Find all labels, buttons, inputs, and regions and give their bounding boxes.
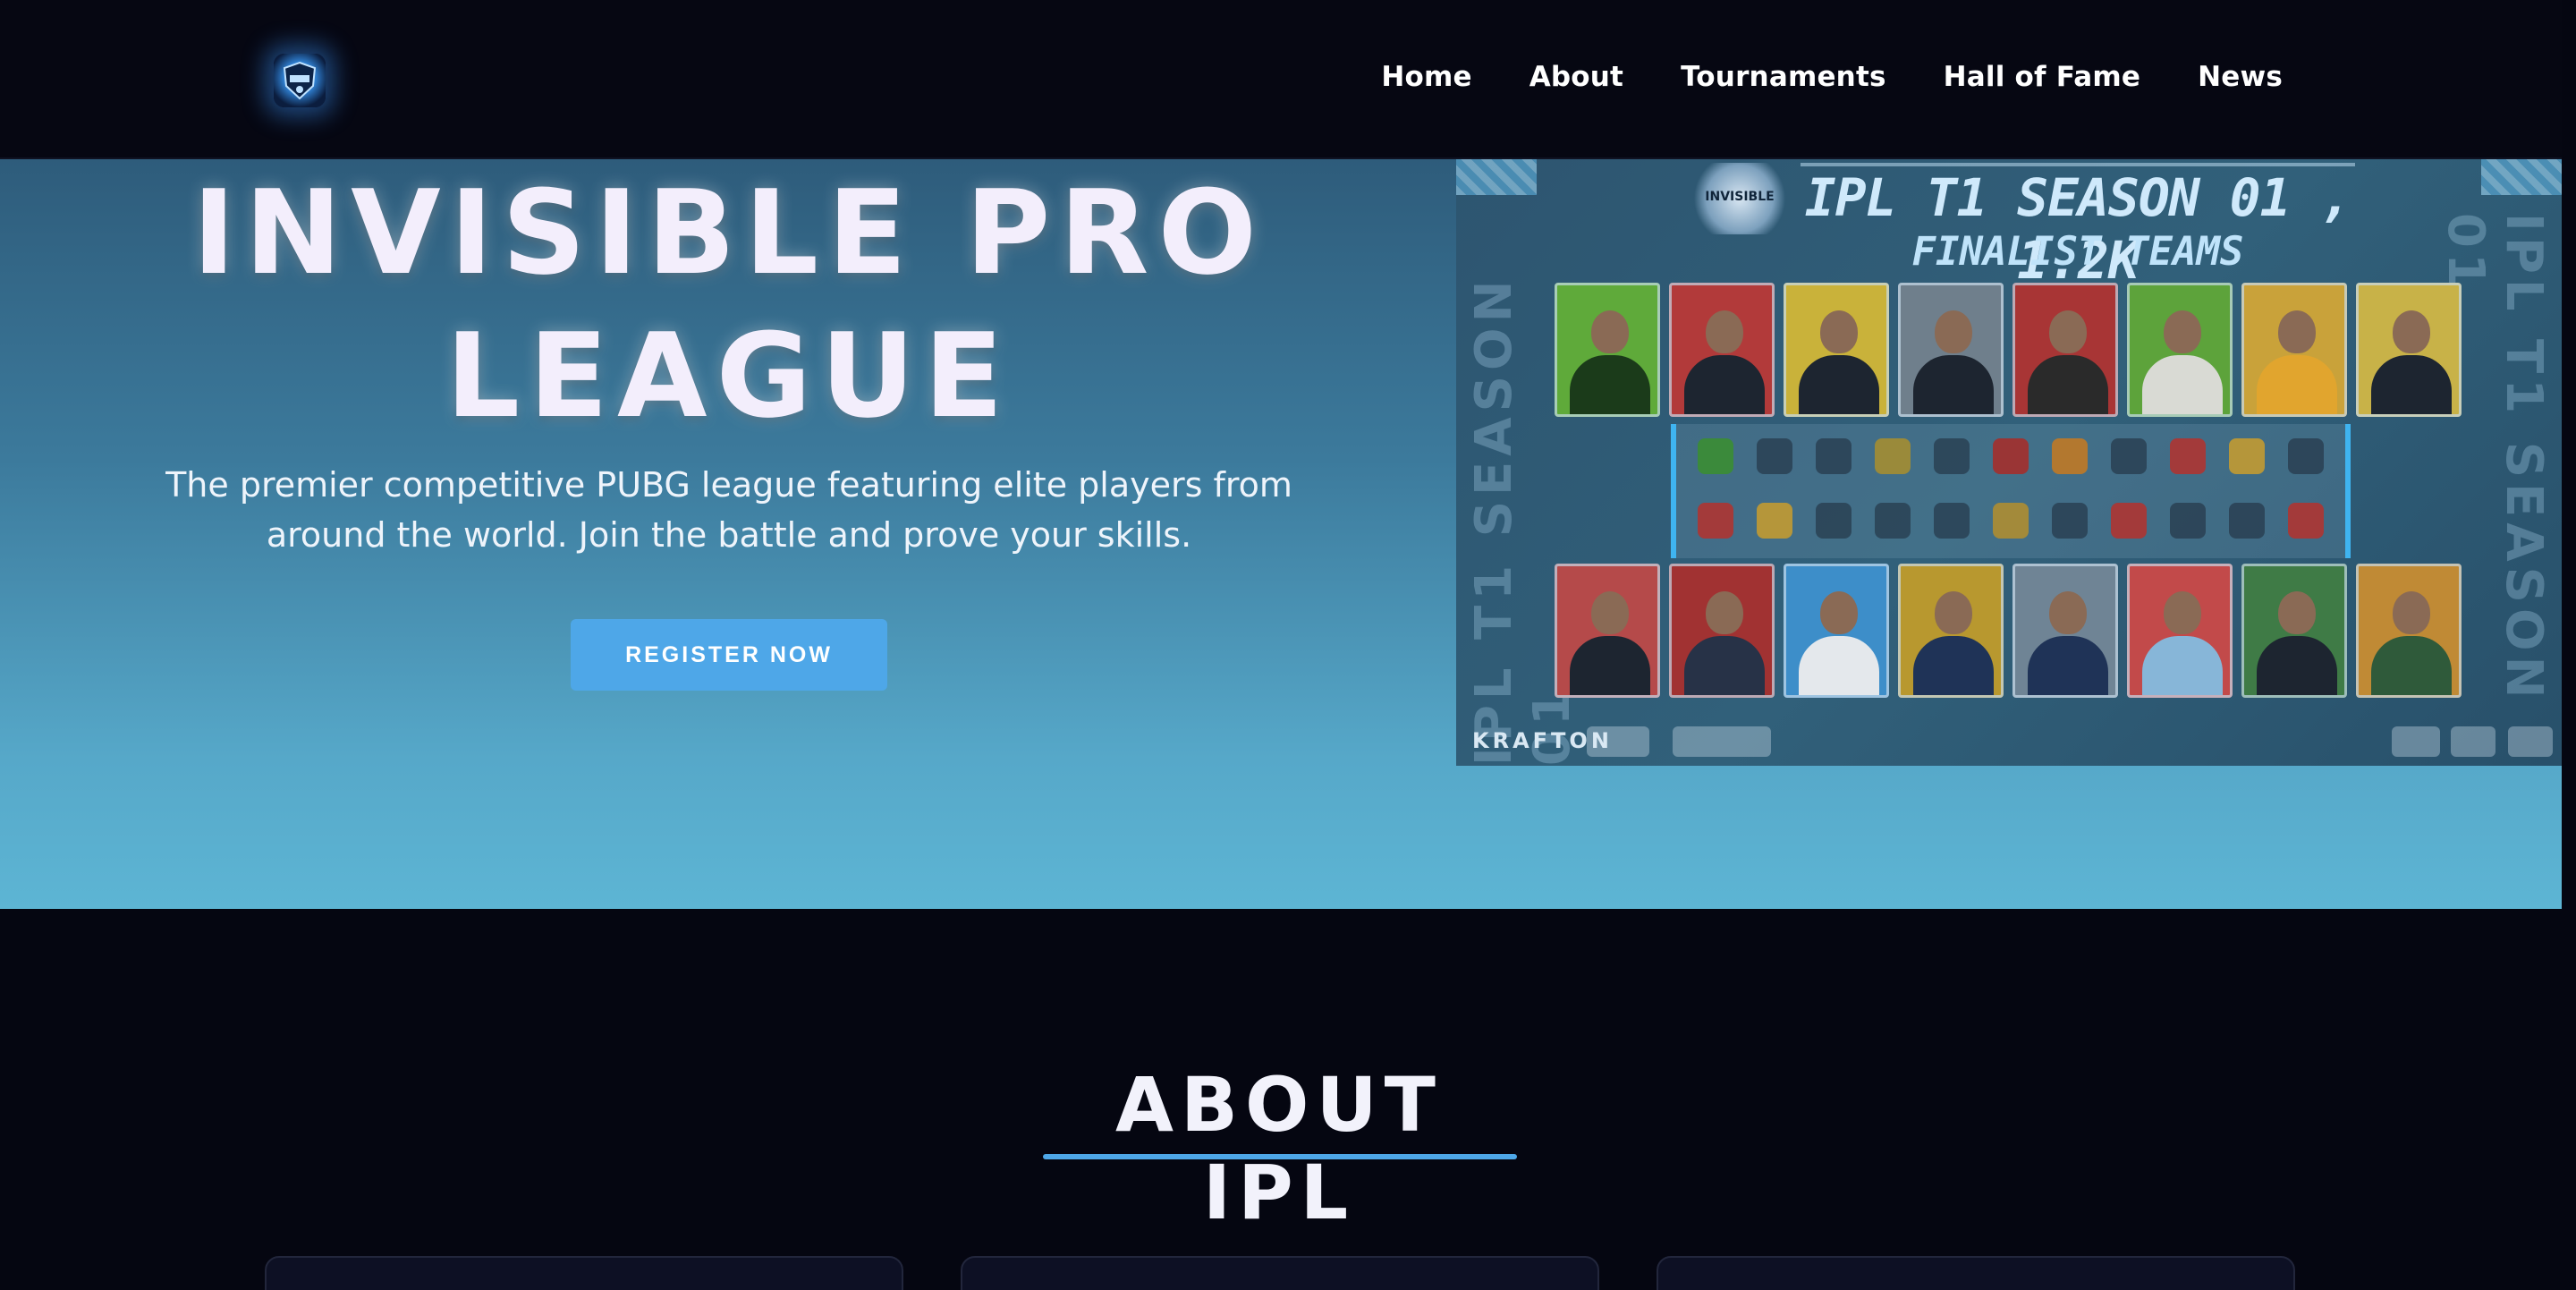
poster-shield-logo-2: [2451, 726, 2496, 757]
player-card: [2127, 283, 2233, 417]
player-card: [1669, 283, 1775, 417]
player-card: [2241, 564, 2347, 698]
about-card: [1657, 1256, 2295, 1290]
player-card: [2356, 564, 2462, 698]
team-logo: [2052, 438, 2088, 474]
main-nav: Home About Tournaments Hall of Fame News: [1381, 61, 2283, 93]
tencent-games-logo: [1587, 726, 1649, 757]
team-logo: [2288, 438, 2324, 474]
player-card: [1784, 283, 1889, 417]
player-card: [1784, 564, 1889, 698]
hero-subtitle-line2: around the world. Join the battle and pr…: [266, 515, 1192, 555]
hero-title-line1: INVISIBLE PRO: [191, 165, 1267, 301]
nav-hall-of-fame[interactable]: Hall of Fame: [1944, 61, 2141, 93]
about-title-underline: [1043, 1154, 1517, 1159]
sponsor-logo: [1673, 726, 1771, 757]
about-title: ABOUT IPL: [1115, 1061, 1443, 1236]
team-logo: [2111, 438, 2147, 474]
poster-ribbon-left: [1456, 159, 1537, 195]
poster-title: IPL T1 SEASON 01 , 1.2K: [1801, 163, 2355, 291]
team-logo: [1816, 503, 1852, 539]
nav-home[interactable]: Home: [1381, 61, 1471, 93]
player-card: [1555, 283, 1660, 417]
player-card: [1898, 283, 2004, 417]
poster-subtitle: FINALIST TEAMS: [1911, 229, 2244, 275]
player-card: [2012, 283, 2118, 417]
hero-title-line2: LEAGUE: [445, 308, 1013, 444]
poster-ribbon-right: [2481, 159, 2562, 195]
team-logo: [2170, 503, 2206, 539]
team-logo: [1875, 438, 1911, 474]
team-logo: [1757, 503, 1792, 539]
nav-about[interactable]: About: [1530, 61, 1623, 93]
poster-player-row-top: [1555, 283, 2462, 417]
ipl-logo-icon[interactable]: [274, 54, 326, 107]
team-logo: [2170, 438, 2206, 474]
player-card: [1669, 564, 1775, 698]
player-card: [2356, 283, 2462, 417]
player-card: [1555, 564, 1660, 698]
poster-shield-logo: [2392, 726, 2440, 757]
poster-badge-text: INVISIBLE: [1705, 190, 1775, 204]
team-logo: [1698, 438, 1733, 474]
player-card: [2127, 564, 2233, 698]
hero-subtitle: The premier competitive PUBG league feat…: [143, 460, 1315, 560]
player-card: [2012, 564, 2118, 698]
team-logo: [2229, 503, 2265, 539]
team-logo: [2111, 503, 2147, 539]
rifle-icon: [2508, 726, 2553, 757]
about-card: [265, 1256, 903, 1290]
team-logo: [1934, 503, 1970, 539]
about-card: [961, 1256, 1599, 1290]
team-logo: [1816, 438, 1852, 474]
hero-section: INVISIBLE PRO LEAGUE The premier competi…: [0, 159, 2562, 909]
hero-subtitle-line1: The premier competitive PUBG league feat…: [165, 465, 1292, 505]
team-logo: [2229, 438, 2265, 474]
team-logo: [1993, 503, 2029, 539]
player-card: [2241, 283, 2347, 417]
player-card: [1898, 564, 2004, 698]
season-poster-image: IPL T1 SEASON 01 IPL T1 SEASON 01 INVISI…: [1456, 159, 2562, 766]
navbar: Home About Tournaments Hall of Fame News: [0, 0, 2562, 159]
register-now-button[interactable]: REGISTER NOW: [571, 619, 887, 691]
hero-title: INVISIBLE PRO LEAGUE: [134, 161, 1324, 447]
team-logo: [1875, 503, 1911, 539]
team-logo: [2052, 503, 2088, 539]
team-logo: [1934, 438, 1970, 474]
poster-team-logos: [1671, 424, 2351, 558]
team-logo: [1993, 438, 2029, 474]
poster-player-row-bottom: [1555, 564, 2462, 698]
nav-news[interactable]: News: [2198, 61, 2283, 93]
team-logo: [1698, 503, 1733, 539]
nav-tournaments[interactable]: Tournaments: [1681, 61, 1886, 93]
team-logo: [1757, 438, 1792, 474]
team-logo: [2288, 503, 2324, 539]
poster-invisible-logo: INVISIBLE: [1690, 163, 1789, 234]
